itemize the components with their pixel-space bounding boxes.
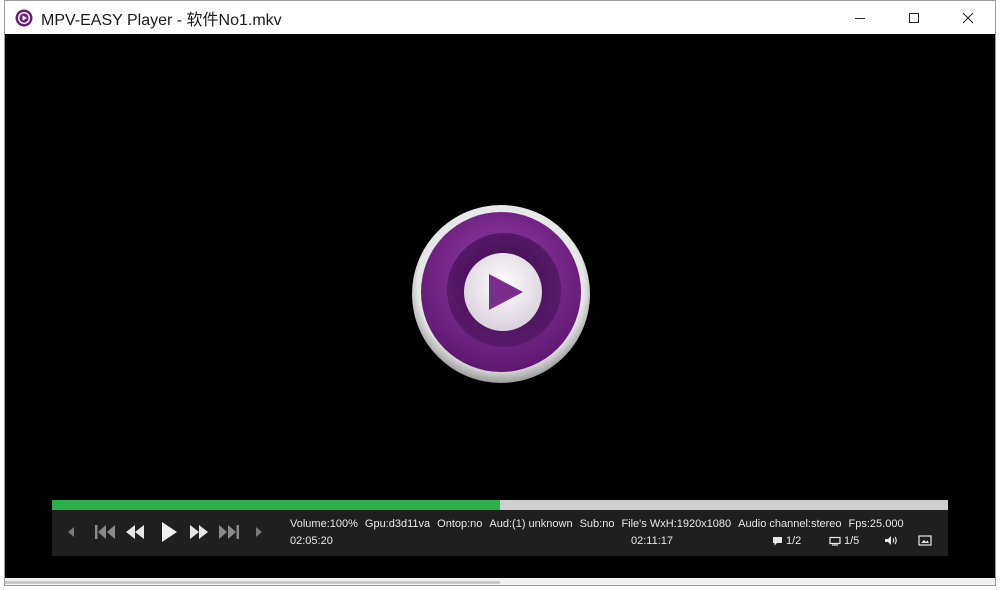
rewind-button[interactable] — [122, 522, 148, 542]
play-icon — [162, 522, 177, 542]
rewind-icon — [126, 525, 144, 539]
close-button[interactable] — [941, 1, 995, 34]
window-title: MPV-EASY Player - 软件No1.mkv — [41, 11, 282, 29]
current-time: 02:05:20 — [290, 535, 333, 547]
title-bar[interactable]: MPV-EASY Player - 软件No1.mkv — [5, 1, 995, 34]
total-time: 02:11:17 — [631, 535, 674, 547]
play-button[interactable] — [156, 520, 182, 544]
prev-button[interactable] — [64, 522, 78, 542]
volume-info: Volume:100% — [290, 518, 358, 530]
resolution-info: File's WxH:1920x1080 — [621, 518, 732, 530]
subtitle-info: Sub:no — [579, 518, 615, 530]
volume-button[interactable] — [884, 535, 901, 546]
skip-back-button[interactable] — [92, 522, 118, 542]
maximize-button[interactable] — [887, 1, 941, 34]
fps-info: Fps:25.000 — [848, 518, 904, 530]
seek-bar-progress — [52, 500, 500, 510]
maximize-icon — [909, 12, 919, 23]
control-bar: Volume:100% Gpu:d3d11va Ontop:no Aud:(1) un… — [52, 510, 948, 556]
minimize-icon — [855, 17, 865, 19]
video-area[interactable]: Volume:100% Gpu:d3d11va Ontop:no Aud:(1) un… — [5, 34, 995, 580]
subtitle-track-selector[interactable]: 1/2 — [772, 535, 801, 547]
screenshot-button[interactable] — [918, 535, 935, 546]
minimize-button[interactable] — [833, 1, 887, 34]
prev-icon — [68, 527, 74, 537]
audio-info: Aud:(1) unknown — [489, 518, 573, 530]
player-window: MPV-EASY Player - 软件No1.mkv Volume:100% … — [4, 0, 996, 586]
bottom-scrollbar-thumb[interactable] — [5, 581, 500, 584]
skip-forward-button[interactable] — [216, 522, 242, 542]
info-line: Volume:100% Gpu:d3d11va Ontop:no Aud:(1) un… — [290, 518, 904, 530]
bottom-scrollbar[interactable] — [5, 578, 995, 585]
video-track-count: 1/5 — [844, 535, 860, 547]
seek-bar[interactable] — [52, 500, 948, 510]
next-icon — [256, 527, 262, 537]
skip-forward-icon — [219, 525, 239, 539]
mpv-logo-icon — [15, 9, 33, 27]
audio-channel-info: Audio channel:stereo — [738, 518, 842, 530]
big-play-button[interactable] — [411, 204, 591, 384]
big-play-icon — [412, 205, 590, 383]
fast-forward-button[interactable] — [186, 522, 212, 542]
subtitle-icon — [773, 537, 782, 546]
volume-icon — [885, 536, 897, 545]
fast-forward-icon — [190, 525, 208, 539]
gpu-info: Gpu:d3d11va — [364, 518, 431, 530]
skip-back-icon — [95, 525, 115, 539]
video-track-selector[interactable]: 1/5 — [829, 535, 859, 547]
window-controls — [833, 1, 995, 34]
video-track-icon — [829, 536, 841, 546]
screenshot-icon — [918, 535, 932, 546]
subtitle-track-count: 1/2 — [786, 535, 802, 547]
next-button[interactable] — [252, 522, 266, 542]
ontop-info: Ontop:no — [437, 518, 483, 530]
close-icon — [962, 12, 974, 23]
